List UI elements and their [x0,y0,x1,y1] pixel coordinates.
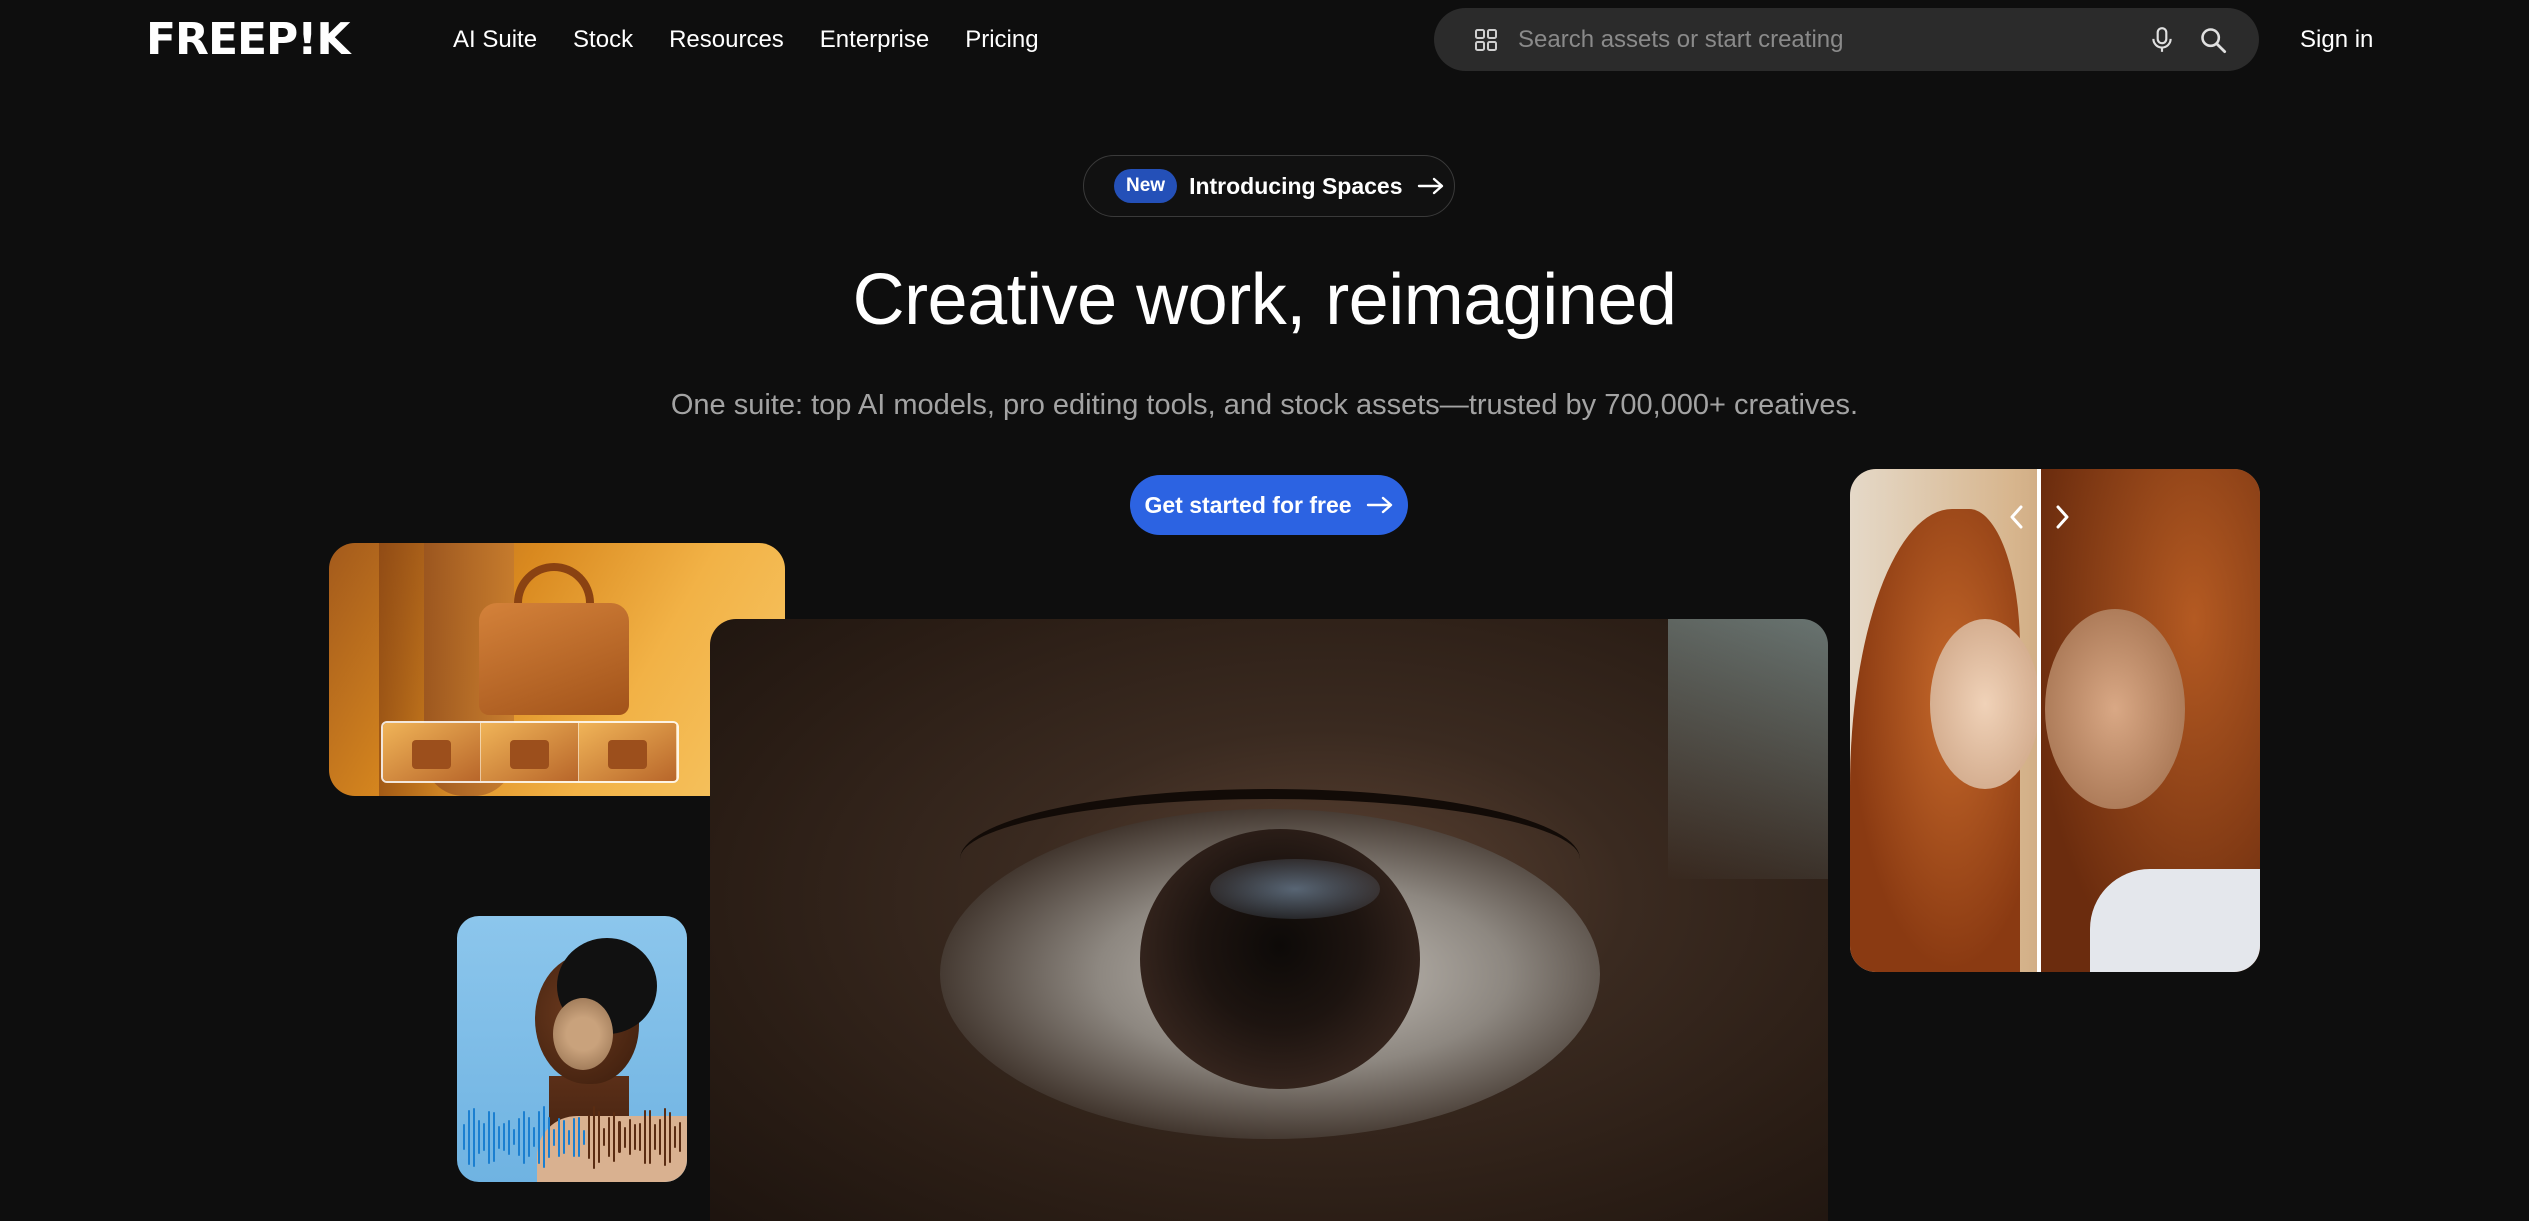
waveform-bar [653,1124,656,1150]
search-input[interactable] [1518,20,2118,60]
waveform-bar [543,1106,546,1168]
shirt-decoration [2090,869,2260,972]
waveform-bar [498,1125,501,1149]
waveform-bar [538,1110,541,1164]
main-nav: AI Suite Stock Resources Enterprise Pric… [453,22,1039,58]
waveform-bar [613,1112,616,1162]
handbag-image [479,603,629,715]
frame-thumbnail-strip[interactable] [381,721,679,783]
light-decoration [1668,619,1828,879]
announcement-pill[interactable]: New Introducing Spaces [1083,155,1455,217]
waveform-bar [643,1110,646,1164]
get-started-button[interactable]: Get started for free [1130,475,1408,535]
search-bar[interactable] [1434,8,2259,71]
headphones-image [553,998,613,1070]
waveform-bar [573,1117,576,1157]
waveform-bar [658,1119,661,1155]
waveform-bar [518,1118,521,1156]
waveform-bar [473,1107,476,1167]
waveform-bar [638,1123,641,1151]
nav-enterprise[interactable]: Enterprise [820,22,929,58]
waveform-bar [588,1115,591,1159]
waveform-bar [488,1110,491,1164]
waveform-bar [558,1117,561,1157]
page: FREEP!K AI Suite Stock Resources Enterpr… [0,0,2529,1221]
waveform-bar [663,1108,666,1166]
arrow-right-icon [1417,177,1443,195]
top-navigation-bar: FREEP!K AI Suite Stock Resources Enterpr… [0,0,2529,80]
portrait-before-image [1930,619,2040,789]
waveform-bar [673,1126,676,1148]
waveform-bar [468,1109,471,1165]
waveform-bar [618,1121,621,1153]
waveform-bar [628,1119,631,1155]
waveform-bar [503,1123,506,1151]
eyelash-decoration [960,789,1580,929]
nav-stock[interactable]: Stock [573,22,633,58]
search-icon[interactable] [2199,26,2227,54]
waveform-bar [608,1117,611,1157]
waveform-bar [508,1119,511,1155]
waveform-bar [603,1128,606,1146]
waveform-bar [563,1120,566,1154]
get-started-label: Get started for free [1144,491,1352,518]
portrait-compare-card[interactable] [1850,469,2260,972]
waveform-bar [678,1122,681,1152]
new-badge: New [1114,169,1178,203]
portrait-after-image [2045,609,2185,809]
chevron-right-icon[interactable] [2050,501,2074,533]
waveform-bar [513,1129,516,1145]
sign-in-button[interactable]: Sign in [2300,22,2373,58]
freepik-logo[interactable]: FREEP!K [146,16,350,64]
waveform-bar [528,1117,531,1157]
audio-waveform [463,1102,681,1172]
waveform-bar [583,1129,586,1145]
frame-thumbnail[interactable] [579,723,677,781]
microphone-icon[interactable] [2149,26,2175,54]
page-subtitle: One suite: top AI models, pro editing to… [670,389,1859,421]
frame-thumbnail[interactable] [481,723,579,781]
waveform-bar [633,1124,636,1150]
nav-pricing[interactable]: Pricing [965,22,1038,58]
waveform-bar [478,1120,481,1154]
waveform-bar [598,1111,601,1163]
audio-headphones-card[interactable] [457,916,687,1182]
waveform-bar [463,1124,466,1150]
waveform-bar [493,1112,496,1162]
arrow-right-icon [1366,496,1392,514]
waveform-bar [548,1116,551,1158]
waveform-bar [553,1128,556,1146]
waveform-bar [568,1129,571,1145]
eye-closeup-video-card[interactable] [710,619,1828,1221]
waveform-bar [593,1105,596,1169]
waveform-bar [668,1111,671,1163]
waveform-bar [483,1123,486,1151]
compare-slider-handle[interactable] [2037,469,2041,972]
nav-resources[interactable]: Resources [669,22,784,58]
nav-ai-suite[interactable]: AI Suite [453,22,537,58]
waveform-bar [648,1110,651,1164]
announcement-text: Introducing Spaces [1189,172,1403,199]
waveform-bar [623,1126,626,1148]
frame-thumbnail[interactable] [383,723,481,781]
waveform-bar [523,1110,526,1164]
waveform-bar [578,1117,581,1157]
chevron-left-icon[interactable] [2005,501,2029,533]
grid-icon[interactable] [1474,28,1498,52]
waveform-bar [533,1127,536,1147]
page-title: Creative work, reimagined [852,260,1677,340]
